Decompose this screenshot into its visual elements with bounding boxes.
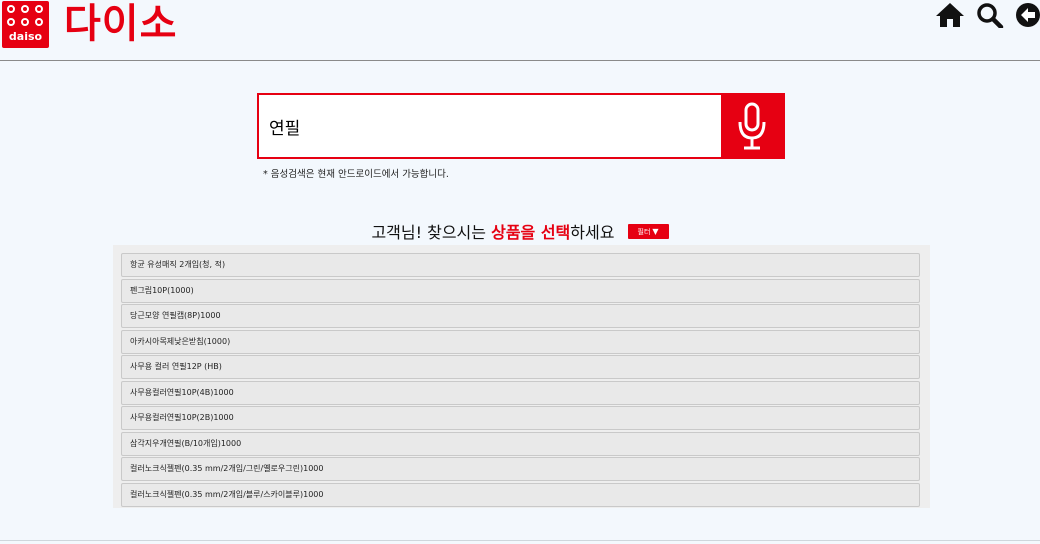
product-list-item[interactable]: 컬러노크식젤펜(0.35 mm/2개입/그린/옐로우그린)1000 [121,457,920,481]
prompt-text: 고객님! 찾으시는 [371,223,492,242]
home-icon[interactable] [935,2,965,28]
footer-divider [0,540,1040,541]
voice-search-note: * 음성검색은 현재 안드로이드에서 가능합니다. [263,169,449,180]
product-list-item[interactable]: 사무용컬러연필10P(4B)1000 [121,380,920,405]
search-icon[interactable] [975,2,1005,28]
search-input[interactable] [259,95,723,157]
prompt-accent: 상품을 선택 [491,223,571,242]
brand-name[interactable]: 다이소 [64,0,177,48]
search-bar [257,93,785,159]
header: daiso 다이소 [0,0,1040,61]
product-list-item[interactable]: 컬러노크식젤펜(0.35 mm/2개입/블루/스카이블루)1000 [121,482,920,507]
product-list-item[interactable]: 항균 유성매직 2개입(청, 적) [121,253,920,277]
product-list[interactable]: 항균 유성매직 2개입(청, 적) 펜그립10P(1000) 당근모양 연필캡(8P… [113,245,930,508]
filter-button[interactable]: 필터 ▼ [627,224,669,239]
product-list-item[interactable]: 사무용 컬러 연필12P (HB) [121,355,920,379]
prompt-text-end: 하세요 [570,223,615,242]
filter-label: 필터 [637,228,651,236]
logo-word: daiso [8,30,43,43]
product-list-item[interactable]: 사무용컬러연필10P(2B)1000 [121,406,920,430]
product-list-item[interactable]: 펜그립10P(1000) [121,278,920,303]
back-icon[interactable] [1013,2,1040,28]
product-list-item[interactable]: 아카시아목제낮은받침(1000) [121,329,920,354]
select-product-prompt: 고객님! 찾으시는 상품을 선택하세요 필터 ▼ [0,221,1040,245]
daiso-logo[interactable]: daiso [2,1,49,48]
logo-dots [7,5,45,31]
product-list-item[interactable]: 삼각지우개연필(B/10개입)1000 [121,431,920,456]
voice-search-button[interactable] [721,95,783,157]
caret-down-icon: ▼ [652,227,659,236]
microphone-icon [738,102,766,150]
product-list-item[interactable]: 당근모양 연필캡(8P)1000 [121,304,920,328]
